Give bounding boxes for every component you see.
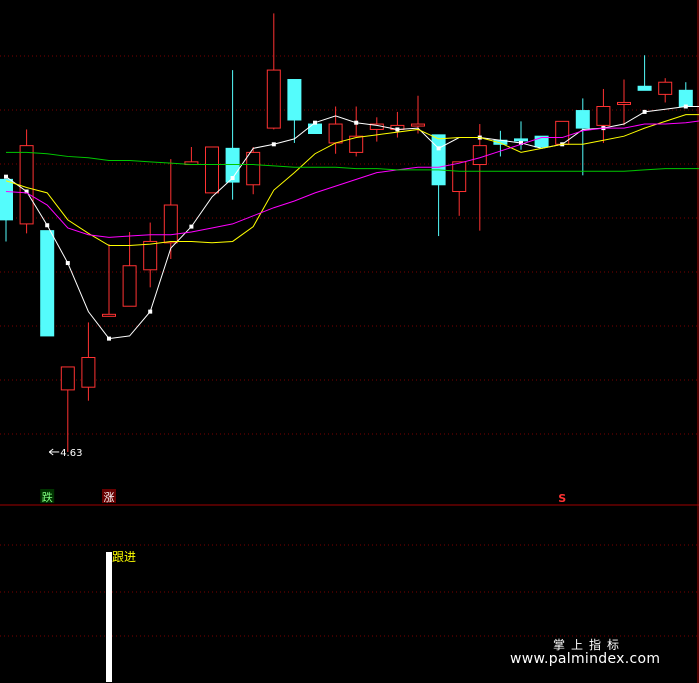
moving-averages-layer (4, 104, 699, 341)
candles-layer (0, 13, 693, 452)
stock-chart: 4.63 跌 涨 S 跟进 (0, 0, 699, 683)
ma-point (107, 336, 111, 341)
ma-point (354, 120, 359, 125)
candle-up (266, 69, 281, 129)
candle-up (60, 366, 75, 391)
ma-point (436, 146, 441, 151)
ma-line (6, 151, 699, 172)
signal-fall: 跌 (42, 490, 53, 504)
candle-up (328, 123, 343, 144)
candle-up (122, 265, 137, 307)
chart-grid (0, 0, 699, 683)
ma-point (642, 109, 647, 114)
signal-rise: 涨 (104, 491, 115, 504)
ma-point (395, 127, 400, 132)
ma-point (313, 120, 317, 125)
annotations-layer: 4.63 (48, 448, 82, 459)
watermark-url: www.palmindex.com (510, 651, 661, 667)
candle-up (246, 151, 261, 186)
candle-up (205, 146, 219, 194)
candle-up (617, 101, 631, 105)
candle-up (81, 357, 96, 388)
ma-line (5, 114, 699, 246)
candle-up (163, 204, 178, 244)
candle-down (514, 138, 528, 142)
candle-down (287, 79, 302, 121)
ma-point (271, 142, 276, 147)
candle-down (575, 110, 590, 129)
candle-up (658, 81, 673, 95)
indicator-panel: 跟进 (106, 550, 136, 682)
candle-up (596, 106, 611, 126)
candle-up (19, 145, 34, 225)
ma-point (65, 261, 70, 266)
ma-point (230, 176, 235, 181)
indicator-bar (106, 552, 112, 682)
ma-point (148, 309, 153, 314)
ma-point (683, 104, 688, 109)
candle-down (40, 230, 55, 337)
candle-down (678, 89, 693, 108)
candle-down (431, 134, 446, 186)
candle-up (411, 123, 425, 127)
signals-layer: 跌涨S (40, 489, 566, 505)
candle-up (143, 240, 158, 271)
ma-point (189, 224, 194, 229)
candle-up (452, 161, 467, 193)
ma-point (45, 223, 50, 228)
candle-down (0, 178, 13, 221)
candle-down (308, 123, 322, 134)
indicator-label: 跟进 (112, 550, 136, 564)
candle-up (472, 145, 487, 166)
low-price-label: 4.63 (60, 448, 82, 459)
signal-sell: S (558, 492, 566, 505)
candle-down (637, 85, 652, 91)
ma-point (4, 174, 8, 179)
candle-up (102, 313, 116, 317)
